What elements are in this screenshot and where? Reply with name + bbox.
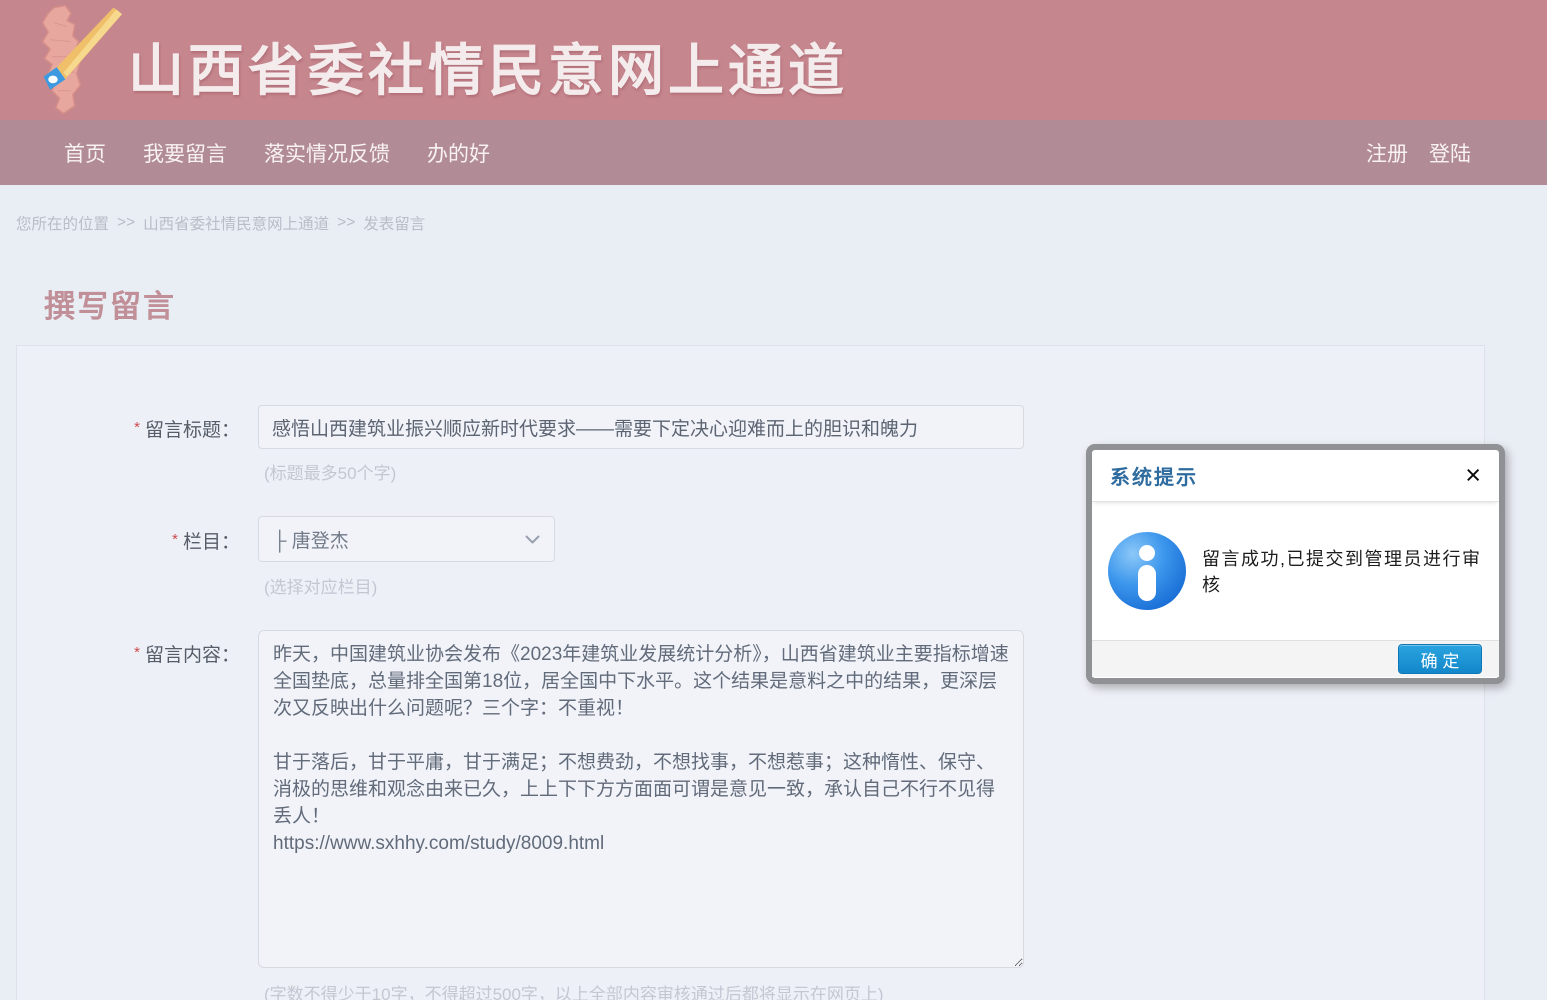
- dialog-body: 留言成功,已提交到管理员进行审核: [1092, 502, 1499, 640]
- breadcrumb-separator: >>: [337, 214, 355, 232]
- info-icon-bar: [1138, 565, 1156, 601]
- category-select-value: ├ 唐登杰: [273, 526, 349, 553]
- ok-button[interactable]: 确 定: [1398, 644, 1482, 674]
- close-icon[interactable]: ×: [1465, 462, 1481, 489]
- dialog-title: 系统提示: [1110, 461, 1198, 490]
- register-link[interactable]: 注册: [1366, 138, 1408, 168]
- content-field-label: *留言内容：: [0, 640, 240, 667]
- required-mark: *: [134, 419, 140, 436]
- login-link[interactable]: 登陆: [1429, 138, 1471, 168]
- required-mark: *: [134, 644, 140, 661]
- info-icon-dot: [1139, 545, 1155, 561]
- site-title: 山西省委社情民意网上通道: [128, 26, 848, 107]
- nav-item-implementation-feedback[interactable]: 落实情况反馈: [264, 138, 390, 168]
- nav-right-group: 注册 登陆: [1366, 138, 1547, 168]
- required-mark: *: [172, 531, 178, 548]
- nav-item-leave-message[interactable]: 我要留言: [143, 138, 227, 168]
- main-nav: 首页 我要留言 落实情况反馈 办的好 注册 登陆: [0, 120, 1547, 185]
- content-field-hint: (字数不得少于10字，不得超过500字，以上全部内容审核通过后都将显示在网页上): [264, 980, 884, 1000]
- message-title-input[interactable]: [258, 405, 1024, 449]
- dialog-footer: 确 定: [1092, 640, 1499, 677]
- site-header: 山西省委社情民意网上通道: [0, 0, 1547, 120]
- dialog-message: 留言成功,已提交到管理员进行审核: [1202, 545, 1483, 597]
- message-content-textarea[interactable]: 昨天，中国建筑业协会发布《2023年建筑业发展统计分析》，山西省建筑业主要指标增…: [258, 630, 1024, 968]
- title-field-label: *留言标题：: [0, 415, 240, 442]
- system-prompt-dialog: 系统提示 × 留言成功,已提交到管理员进行审核 确 定: [1086, 444, 1505, 684]
- breadcrumb-current: 发表留言: [363, 212, 425, 234]
- breadcrumb-prefix: 您所在的位置: [16, 212, 109, 234]
- shanxi-map-pencil-logo-icon: [18, 3, 122, 118]
- category-select[interactable]: ├ 唐登杰: [258, 516, 555, 562]
- page-title: 撰写留言: [44, 281, 176, 326]
- nav-left-group: 首页 我要留言 落实情况反馈 办的好: [0, 138, 490, 168]
- title-field-hint: (标题最多50个字): [264, 459, 396, 484]
- nav-item-well-done[interactable]: 办的好: [427, 138, 490, 168]
- info-icon: [1108, 532, 1186, 610]
- breadcrumb: 您所在的位置 >> 山西省委社情民意网上通道 >> 发表留言: [16, 212, 425, 234]
- breadcrumb-separator: >>: [117, 214, 135, 232]
- category-field-hint: (选择对应栏目): [264, 573, 377, 598]
- category-field-label: *栏目：: [0, 527, 240, 554]
- nav-item-home[interactable]: 首页: [64, 138, 106, 168]
- dialog-titlebar: 系统提示 ×: [1092, 450, 1499, 502]
- breadcrumb-site-link[interactable]: 山西省委社情民意网上通道: [143, 212, 329, 234]
- chevron-down-icon: [525, 535, 540, 544]
